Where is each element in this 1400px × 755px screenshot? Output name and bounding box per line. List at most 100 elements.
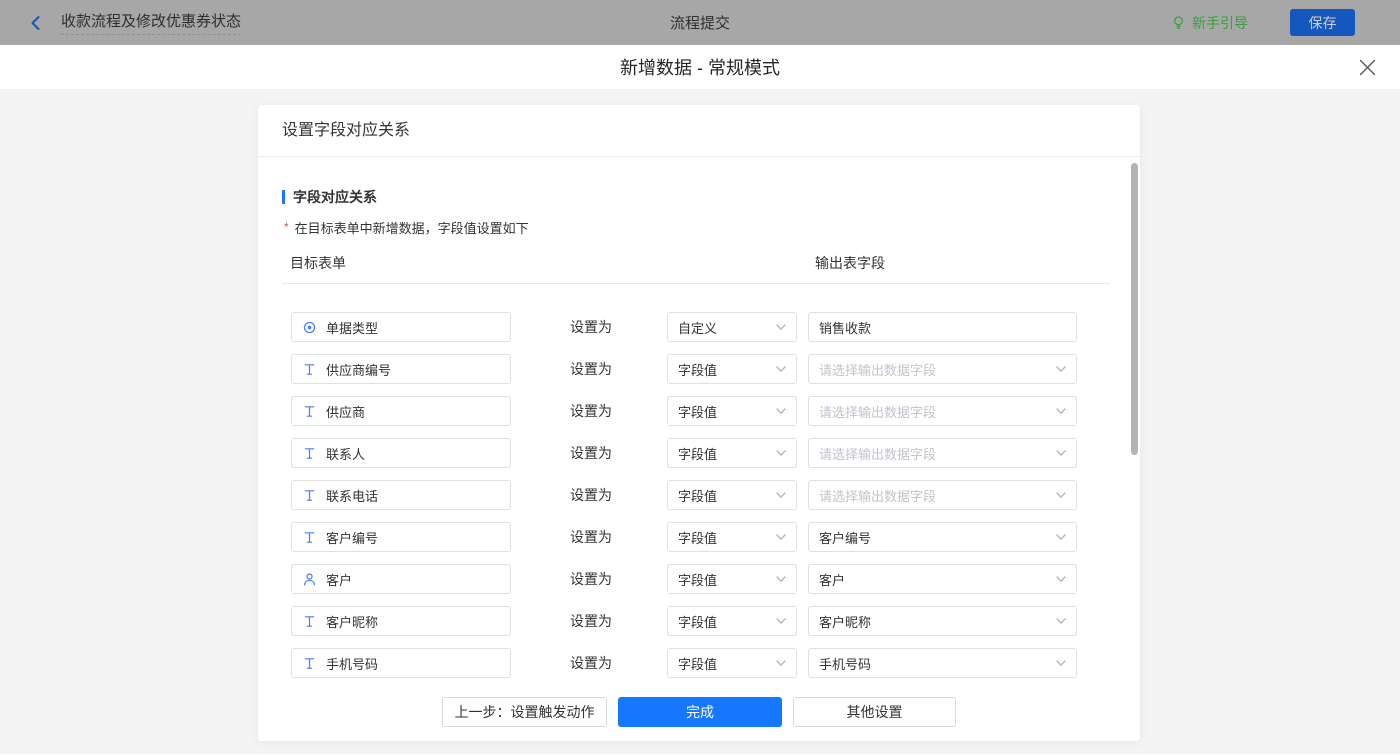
chevron-down-icon (1056, 533, 1066, 541)
modal-header: 新增数据 - 常规模式 (0, 45, 1400, 90)
output-field-label: 客户编号 (819, 530, 872, 546)
required-mark: * (284, 220, 289, 234)
field-mapping-row: 联系人 设置为 字段值 请选择输出数据字段 (291, 438, 1140, 468)
text-icon (302, 614, 317, 629)
value-mode-select[interactable]: 字段值 (667, 480, 797, 510)
set-as-label: 设置为 (570, 319, 612, 335)
value-mode-label: 字段值 (678, 446, 718, 462)
target-field-box[interactable]: 联系人 (291, 438, 511, 468)
target-field-box[interactable]: 单据类型 (291, 312, 511, 342)
value-mode-select[interactable]: 字段值 (667, 396, 797, 426)
panel-content: 字段对应关系 * 在目标表单中新增数据，字段值设置如下 目标表单 输出表字段 单… (258, 157, 1140, 690)
text-icon (302, 446, 317, 461)
other-settings-button[interactable]: 其他设置 (793, 697, 956, 727)
value-mode-label: 字段值 (678, 656, 718, 672)
chevron-down-icon (776, 659, 786, 667)
field-mapping-row: 客户 设置为 字段值 客户 (291, 564, 1140, 594)
output-field-select[interactable]: 请选择输出数据字段 (808, 438, 1077, 468)
value-mode-label: 字段值 (678, 530, 718, 546)
target-field-label: 供应商 (326, 404, 366, 420)
set-as-label: 设置为 (570, 403, 612, 419)
flow-title[interactable]: 收款流程及修改优惠券状态 (61, 10, 242, 35)
value-mode-select[interactable]: 字段值 (667, 522, 797, 552)
target-field-label: 客户昵称 (326, 614, 379, 630)
field-mapping-row: 单据类型 设置为 自定义 销售收款 (291, 312, 1140, 342)
chevron-down-icon (1056, 659, 1066, 667)
value-mode-select[interactable]: 字段值 (667, 438, 797, 468)
chevron-down-icon (776, 407, 786, 415)
close-button[interactable] (1359, 59, 1376, 76)
save-button[interactable]: 保存 (1290, 9, 1355, 36)
target-field-box[interactable]: 供应商 (291, 396, 511, 426)
guide-label: 新手引导 (1192, 14, 1248, 31)
output-field-select[interactable]: 客户昵称 (808, 606, 1077, 636)
target-field-label: 单据类型 (326, 320, 379, 336)
field-mapping-row: 客户编号 设置为 字段值 客户编号 (291, 522, 1140, 552)
output-field-select[interactable]: 请选择输出数据字段 (808, 396, 1077, 426)
value-mode-select[interactable]: 字段值 (667, 648, 797, 678)
set-as-label: 设置为 (570, 487, 612, 503)
text-icon (302, 656, 317, 671)
modal-body: 设置字段对应关系 字段对应关系 * 在目标表单中新增数据，字段值设置如下 目标表… (0, 90, 1400, 754)
text-icon (302, 404, 317, 419)
field-mapping-row: 供应商 设置为 字段值 请选择输出数据字段 (291, 396, 1140, 426)
value-mode-select[interactable]: 字段值 (667, 564, 797, 594)
back-button[interactable] (28, 15, 44, 31)
set-as-label: 设置为 (570, 445, 612, 461)
scrollbar-thumb[interactable] (1131, 163, 1138, 455)
target-field-label: 联系人 (326, 446, 366, 462)
target-field-box[interactable]: 客户编号 (291, 522, 511, 552)
output-field-select[interactable]: 客户 (808, 564, 1077, 594)
output-field-label: 请选择输出数据字段 (819, 404, 937, 420)
output-field-select[interactable]: 请选择输出数据字段 (808, 480, 1077, 510)
target-field-box[interactable]: 供应商编号 (291, 354, 511, 384)
value-mode-label: 自定义 (678, 320, 718, 336)
output-value-text: 销售收款 (819, 320, 872, 336)
close-icon (1359, 59, 1376, 76)
lightbulb-icon (1171, 15, 1186, 30)
text-icon (302, 530, 317, 545)
chevron-down-icon (776, 533, 786, 541)
output-field-select[interactable]: 请选择输出数据字段 (808, 354, 1077, 384)
field-mapping-rows: 单据类型 设置为 自定义 销售收款 供应商编号 设置为 字段值 请选择输出数据字段 供应商 设置为… (258, 312, 1140, 690)
prev-step-button[interactable]: 上一步：设置触发动作 (442, 697, 607, 727)
column-header-output: 输出表字段 (815, 255, 885, 271)
field-mapping-row: 手机号码 设置为 字段值 手机号码 (291, 648, 1140, 678)
set-as-label: 设置为 (570, 529, 612, 545)
chevron-left-icon (31, 15, 40, 30)
target-field-box[interactable]: 客户 (291, 564, 511, 594)
field-mapping-row: 联系电话 设置为 字段值 请选择输出数据字段 (291, 480, 1140, 510)
output-field-select[interactable]: 客户编号 (808, 522, 1077, 552)
value-mode-label: 字段值 (678, 614, 718, 630)
panel-footer: 上一步：设置触发动作 完成 其他设置 (258, 690, 1140, 741)
section-title: 字段对应关系 (293, 189, 377, 205)
value-mode-label: 字段值 (678, 572, 718, 588)
target-field-label: 客户编号 (326, 530, 379, 546)
target-field-box[interactable]: 客户昵称 (291, 606, 511, 636)
user-icon (302, 572, 317, 587)
value-mode-label: 字段值 (678, 488, 718, 504)
chevron-down-icon (1056, 491, 1066, 499)
output-field-select[interactable]: 手机号码 (808, 648, 1077, 678)
target-field-label: 供应商编号 (326, 362, 392, 378)
done-button[interactable]: 完成 (618, 697, 782, 727)
guide-button[interactable]: 新手引导 (1171, 13, 1248, 33)
column-header-target: 目标表单 (290, 255, 346, 271)
output-value-input[interactable]: 销售收款 (808, 312, 1077, 342)
section-accent-bar (282, 190, 285, 204)
chevron-down-icon (1056, 365, 1066, 373)
chevron-down-icon (776, 365, 786, 373)
chevron-down-icon (1056, 407, 1066, 415)
target-field-box[interactable]: 联系电话 (291, 480, 511, 510)
page-title: 流程提交 (669, 15, 731, 32)
value-mode-select[interactable]: 字段值 (667, 606, 797, 636)
target-field-box[interactable]: 手机号码 (291, 648, 511, 678)
chevron-down-icon (776, 575, 786, 583)
output-field-label: 请选择输出数据字段 (819, 446, 937, 462)
section-note: 在目标表单中新增数据，字段值设置如下 (294, 221, 529, 236)
value-mode-select[interactable]: 自定义 (667, 312, 797, 342)
value-mode-select[interactable]: 字段值 (667, 354, 797, 384)
text-icon (302, 362, 317, 377)
output-field-label: 客户 (819, 572, 846, 588)
output-field-label: 客户昵称 (819, 614, 872, 630)
